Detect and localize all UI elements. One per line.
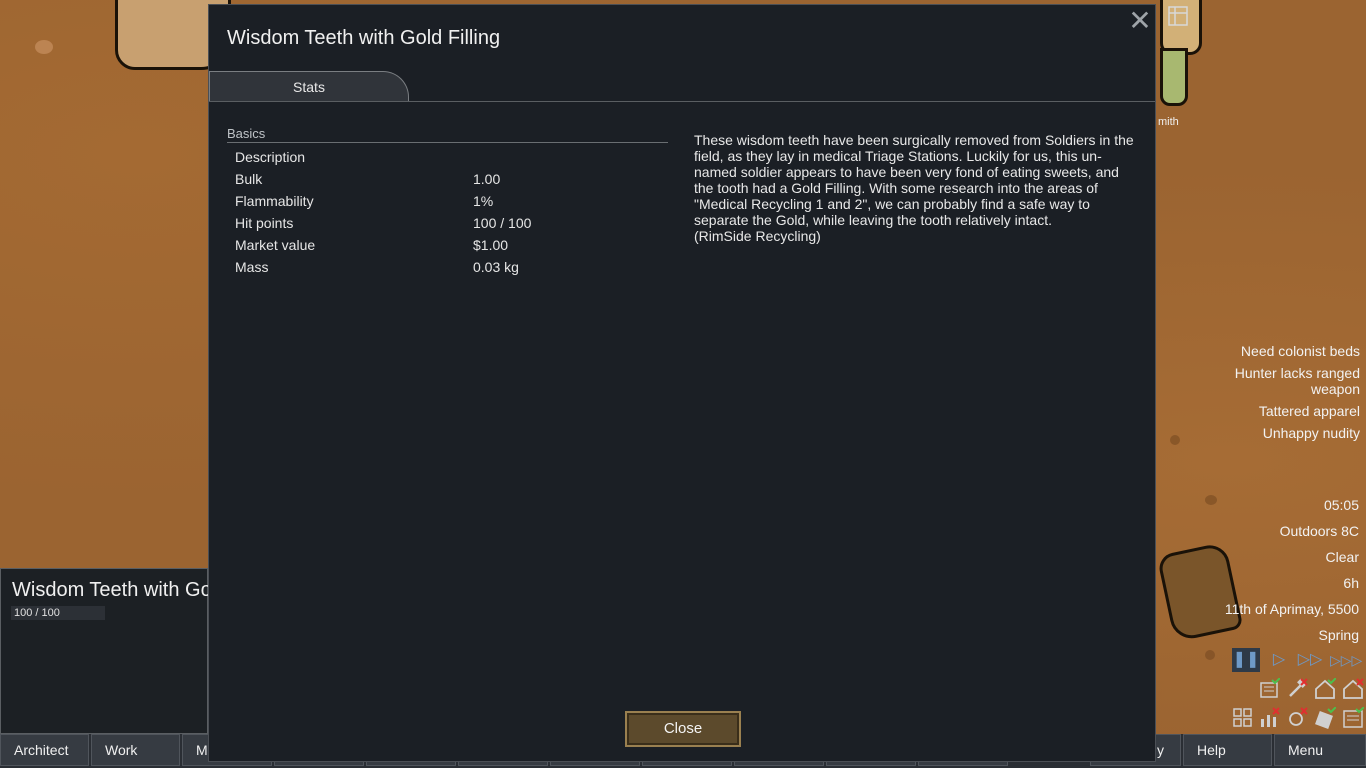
home-icon[interactable] (1314, 678, 1336, 700)
tab-stats[interactable]: Stats (209, 71, 409, 102)
alert-item[interactable]: Hunter lacks ranged weapon (1160, 365, 1360, 403)
description-text: These wisdom teeth have been surgically … (694, 132, 1134, 228)
stat-row[interactable]: Mass 0.03 kg (235, 256, 665, 278)
zone-icon[interactable] (1286, 707, 1308, 729)
inspect-hit-points-bar: 100 / 100 (11, 606, 105, 620)
stat-label: Bulk (235, 171, 263, 187)
stat-row[interactable]: Description (235, 146, 665, 168)
roof-icon[interactable] (1342, 678, 1364, 700)
stat-label: Hit points (235, 215, 294, 231)
item-description: These wisdom teeth have been surgically … (694, 132, 1134, 244)
alerts-list: Need colonist beds Hunter lacks ranged w… (1160, 343, 1360, 447)
info-dialog: Wisdom Teeth with Gold Filling ✕ Stats B… (208, 4, 1156, 762)
world-view-icon[interactable] (1168, 6, 1188, 26)
pebble (1205, 650, 1215, 660)
pebble (35, 40, 53, 54)
hammer-icon[interactable] (1286, 678, 1308, 700)
auto-home-icon[interactable] (1314, 707, 1336, 729)
stat-row[interactable]: Market value $1.00 (235, 234, 665, 256)
play-icon[interactable]: ▷ (1265, 648, 1293, 672)
close-button[interactable]: Close (625, 711, 741, 747)
pause-icon[interactable]: ❚❚ (1232, 648, 1260, 672)
stat-value: 100 / 100 (473, 215, 532, 231)
stat-label: Description (235, 149, 306, 165)
alert-item[interactable]: Need colonist beds (1160, 343, 1360, 365)
stat-value: 0.03 kg (473, 259, 519, 275)
inspect-pane: Wisdom Teeth with Gold Filling 100 / 100 (0, 568, 285, 734)
speed-controls: ❚❚ ▷ ▷▷ ▷▷▷ (1232, 648, 1362, 674)
stat-label: Flammability (235, 193, 314, 209)
stat-label: Mass (235, 259, 269, 275)
tab-divider (209, 101, 1155, 102)
grid-icon[interactable] (1232, 707, 1254, 729)
section-basics: Basics (227, 126, 266, 141)
stat-row[interactable]: Flammability 1% (235, 190, 665, 212)
rock-formation (1160, 48, 1188, 106)
dialog-title: Wisdom Teeth with Gold Filling (227, 27, 501, 49)
fast-forward-icon[interactable]: ▷▷ (1296, 648, 1324, 672)
pebble (1205, 495, 1217, 505)
alert-item[interactable]: Tattered apparel (1160, 403, 1360, 425)
stats-table: Description Bulk 1.00 Flammability 1% Hit … (235, 146, 665, 278)
description-source: (RimSide Recycling) (694, 228, 821, 244)
tab-work[interactable]: Work (91, 734, 180, 766)
toggle-icons (1232, 678, 1366, 736)
date-time-readout: 05:05 Outdoors 8C Clear 6h 11th of Aprim… (1225, 497, 1359, 653)
stat-value: 1.00 (473, 171, 501, 187)
superfast-icon[interactable]: ▷▷▷ (1330, 648, 1362, 672)
tab-menu[interactable]: Menu (1274, 734, 1366, 766)
stat-value: 1% (473, 193, 494, 209)
tab-architect[interactable]: Architect (0, 734, 89, 766)
weather: Clear (1325, 549, 1359, 565)
stat-row[interactable]: Hit points 100 / 100 (235, 212, 665, 234)
map-pawn-label: mith (1158, 116, 1179, 128)
list-icon[interactable] (1258, 678, 1280, 700)
alert-item[interactable]: Unhappy nudity (1160, 425, 1360, 447)
section-divider (227, 142, 668, 143)
stat-value: $1.00 (473, 237, 509, 253)
stat-label: Market value (235, 237, 316, 253)
date: 11th of Aprimay, 5500 (1224, 601, 1359, 617)
tab-help[interactable]: Help (1183, 734, 1272, 766)
close-icon[interactable]: ✕ (1127, 7, 1153, 35)
clock: 05:05 (1323, 497, 1359, 513)
outdoor-temperature: Outdoors 8C (1279, 523, 1359, 539)
stat-row[interactable]: Bulk 1.00 (235, 168, 665, 190)
bar-chart-icon[interactable] (1258, 707, 1280, 729)
hours: 6h (1343, 575, 1359, 591)
checklist-icon[interactable] (1342, 707, 1364, 729)
